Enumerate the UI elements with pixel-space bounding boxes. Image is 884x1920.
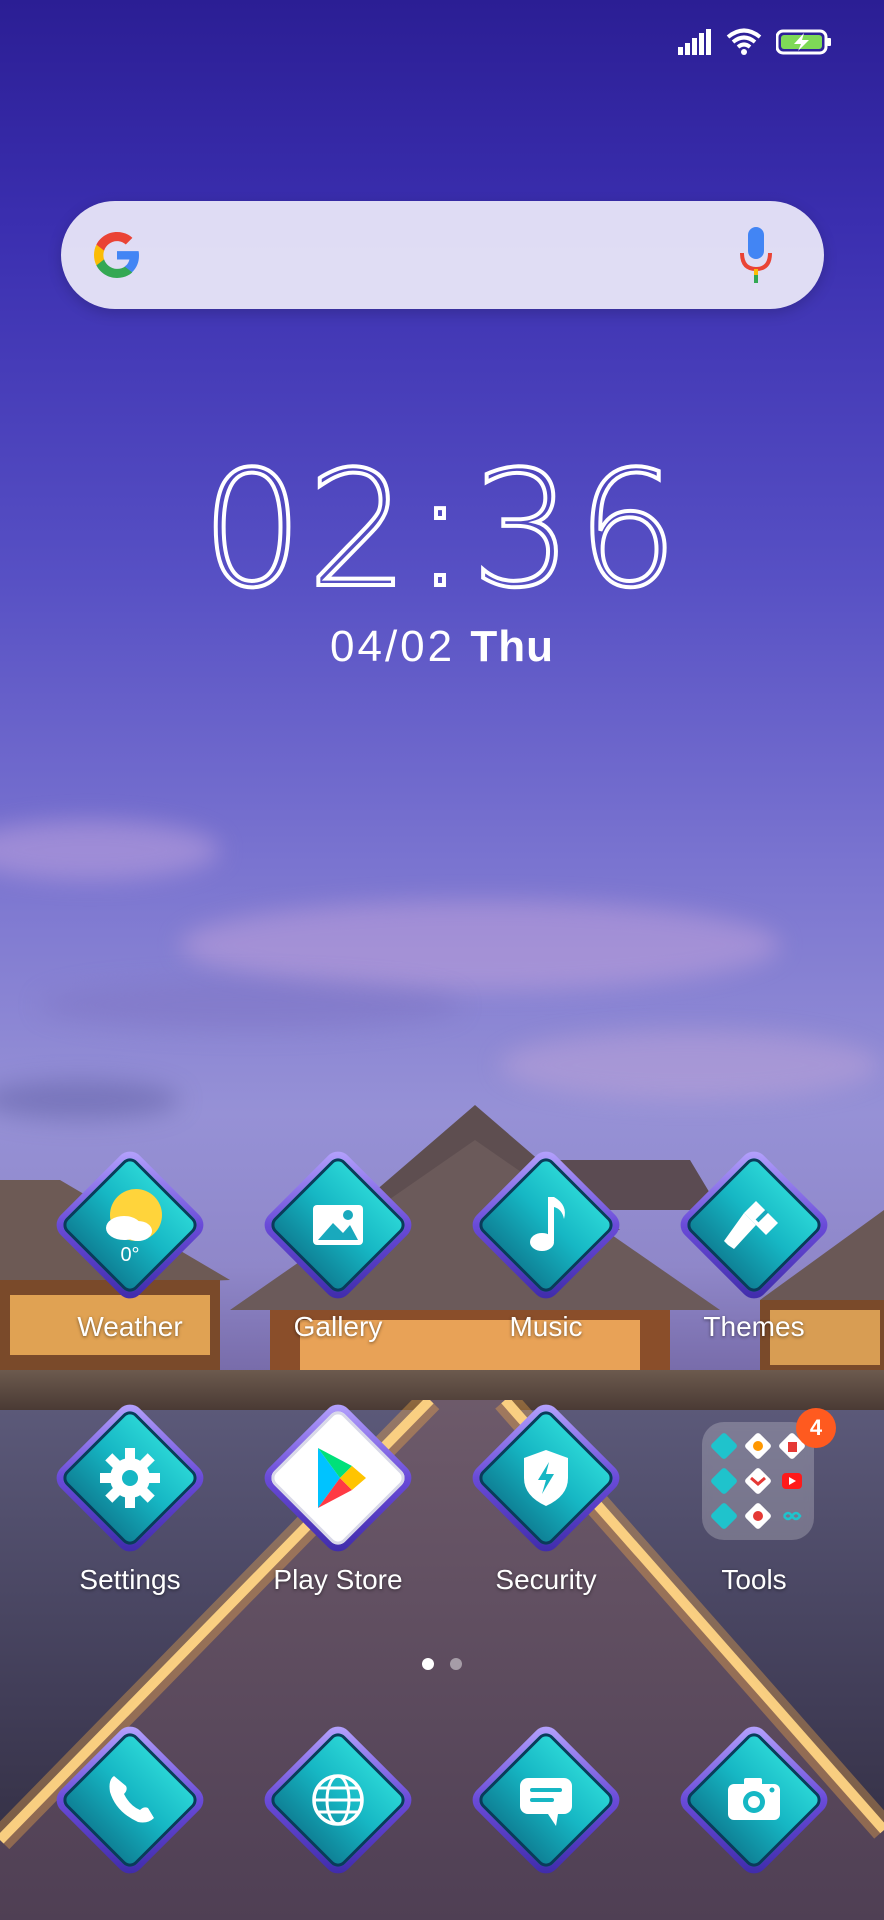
page-indicator bbox=[0, 1658, 884, 1670]
app-play-store[interactable]: Play Store bbox=[248, 1398, 428, 1618]
music-note-icon bbox=[530, 1197, 565, 1251]
battery-charging-icon bbox=[776, 29, 831, 55]
google-search-bar[interactable] bbox=[61, 201, 824, 309]
app-settings[interactable]: Settings bbox=[40, 1398, 220, 1618]
app-themes[interactable]: Themes bbox=[664, 1145, 844, 1365]
app-label: Tools bbox=[721, 1564, 787, 1595]
folder-tools[interactable]: 4 Tools bbox=[664, 1408, 844, 1618]
app-label: Play Store bbox=[273, 1564, 403, 1595]
play-store-icon bbox=[318, 1448, 366, 1508]
folder-preview bbox=[702, 1422, 814, 1540]
microphone-icon[interactable] bbox=[738, 227, 774, 283]
weather-icon: 0° bbox=[106, 1189, 162, 1266]
app-label: Music bbox=[509, 1311, 583, 1342]
app-gallery[interactable]: Gallery bbox=[248, 1145, 428, 1365]
page-dot-1[interactable] bbox=[422, 1658, 434, 1670]
svg-text:02:36: 02:36 bbox=[201, 440, 682, 610]
messages-icon bbox=[520, 1778, 572, 1826]
app-label: Themes bbox=[703, 1311, 805, 1342]
dock-phone[interactable] bbox=[40, 1720, 220, 1880]
clock-date: 04/02 Thu bbox=[0, 622, 884, 672]
date-text: 04/02 bbox=[330, 622, 456, 671]
wifi-icon bbox=[726, 28, 762, 55]
google-g-icon bbox=[94, 232, 139, 278]
app-label: Gallery bbox=[293, 1311, 383, 1342]
app-weather[interactable]: 0° Weather bbox=[40, 1145, 220, 1365]
clock-time: 02:36 bbox=[199, 440, 682, 610]
dock-messages[interactable] bbox=[456, 1720, 636, 1880]
dock-browser[interactable] bbox=[248, 1720, 428, 1880]
signal-icon bbox=[678, 29, 711, 55]
gallery-icon bbox=[313, 1205, 363, 1245]
app-label: Security bbox=[495, 1564, 597, 1595]
camera-icon bbox=[728, 1778, 780, 1820]
page-dot-2[interactable] bbox=[450, 1658, 462, 1670]
svg-text:0°: 0° bbox=[120, 1244, 139, 1266]
weekday-text: Thu bbox=[470, 622, 554, 671]
shield-icon bbox=[524, 1450, 568, 1506]
status-bar bbox=[678, 22, 832, 62]
app-label: Settings bbox=[79, 1564, 181, 1595]
browser-icon bbox=[312, 1774, 364, 1826]
folder-mini-icons bbox=[711, 1433, 805, 1529]
app-label: Weather bbox=[77, 1311, 183, 1342]
notification-badge: 4 bbox=[796, 1408, 836, 1448]
dock-camera[interactable] bbox=[664, 1720, 844, 1880]
app-music[interactable]: Music bbox=[456, 1145, 636, 1365]
paintbrush-icon bbox=[724, 1201, 778, 1249]
phone-icon bbox=[109, 1776, 154, 1823]
gear-icon bbox=[100, 1448, 160, 1508]
app-security[interactable]: Security bbox=[456, 1398, 636, 1618]
